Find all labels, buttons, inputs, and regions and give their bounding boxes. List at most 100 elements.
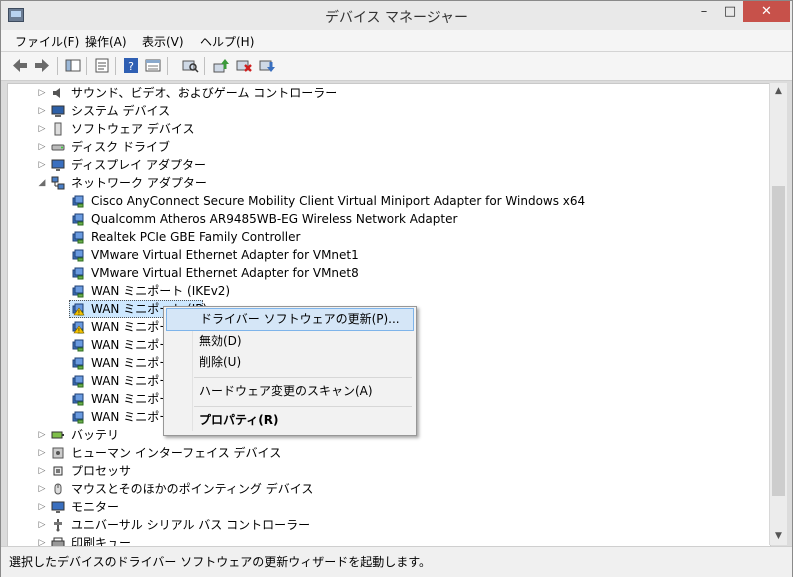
usb-icon [51, 518, 65, 532]
tree-item-label: システム デバイス [71, 104, 171, 118]
expand-arrow-icon[interactable]: ▷ [37, 426, 47, 444]
disable-menu-item[interactable]: 無効(D) [166, 331, 412, 352]
tree-item-network-adapter[interactable]: VMware Virtual Ethernet Adapter for VMne… [8, 246, 768, 264]
update-driver-label: ドライバー ソフトウェアの更新(P)... [200, 312, 400, 326]
battery-icon [51, 428, 65, 442]
toolbar: ? [1, 52, 792, 81]
uninstall-menu-item[interactable]: 削除(U) [166, 352, 412, 373]
tree-item-network-adapter[interactable]: Realtek PCIe GBE Family Controller [8, 228, 768, 246]
scan-hardware-menu-item[interactable]: ハードウェア変更のスキャン(A) [166, 381, 412, 402]
network-adapter-icon [71, 338, 85, 352]
tree-category[interactable]: ▷ ディスク ドライブ [8, 138, 768, 156]
context-menu-separator [194, 377, 412, 378]
expand-arrow-icon[interactable]: ▷ [37, 480, 47, 498]
menu-file[interactable]: ファイル(F) [15, 33, 79, 50]
network-adapter-icon [71, 392, 85, 406]
toolbar-separator [204, 57, 205, 75]
computer-icon [51, 104, 65, 118]
vertical-scrollbar[interactable]: ▲ ▼ [769, 83, 787, 545]
network-adapter-icon [71, 410, 85, 424]
tree-item-network-adapter[interactable]: Qualcomm Atheros AR9485WB-EG Wireless Ne… [8, 210, 768, 228]
scrollbar-thumb[interactable] [772, 186, 785, 496]
view-details-icon[interactable] [144, 57, 162, 74]
update-driver-icon[interactable] [212, 57, 230, 74]
tree-item-network-adapter[interactable]: VMware Virtual Ethernet Adapter for VMne… [8, 264, 768, 282]
update-driver-menu-item[interactable]: ドライバー ソフトウェアの更新(P)... [166, 308, 414, 331]
maximize-button[interactable]: □ [717, 1, 743, 22]
device-icon [51, 122, 65, 136]
tree-category[interactable]: ▷ ソフトウェア デバイス [8, 120, 768, 138]
expand-arrow-icon[interactable]: ▷ [37, 516, 47, 534]
expand-arrow-icon[interactable]: ▷ [37, 120, 47, 138]
close-button[interactable]: ✕ [743, 1, 790, 22]
network-adapter-icon [71, 212, 85, 226]
tree-category[interactable]: ▷ ディスプレイ アダプター [8, 156, 768, 174]
toolbar-separator [115, 57, 116, 75]
tree-item-label: Qualcomm Atheros AR9485WB-EG Wireless Ne… [91, 212, 458, 226]
tree-item-label: モニター [71, 500, 120, 514]
status-text: 選択したデバイスのドライバー ソフトウェアの更新ウィザードを起動します。 [9, 555, 432, 569]
properties-menu-item[interactable]: プロパティ(R) [166, 410, 412, 431]
title-bar: デバイス マネージャー – □ ✕ [1, 1, 792, 30]
disable-device-icon[interactable] [235, 57, 253, 74]
properties-sheet-icon[interactable] [93, 57, 111, 74]
device-manager-window: デバイス マネージャー – □ ✕ ファイル(F) 操作(A) 表示(V) ヘル… [0, 0, 793, 577]
toolbar-separator [57, 57, 58, 75]
show-hide-console-tree-icon[interactable] [64, 57, 82, 74]
scan-hardware-icon[interactable] [181, 57, 199, 74]
scroll-up-arrow-icon[interactable]: ▲ [770, 83, 787, 100]
tree-category[interactable]: ▷ マウスとそのほかのポインティング デバイス [8, 480, 768, 498]
uninstall-device-icon[interactable] [258, 57, 276, 74]
hid-icon [51, 446, 65, 460]
tree-item-label: プロセッサ [71, 464, 132, 478]
tree-category[interactable]: ▷ サウンド、ビデオ、およびゲーム コントローラー [8, 84, 768, 102]
expand-arrow-icon[interactable]: ◢ [37, 174, 47, 192]
tree-category[interactable]: ▷ ユニバーサル シリアル バス コントローラー [8, 516, 768, 534]
scan-hardware-label: ハードウェア変更のスキャン(A) [199, 384, 373, 398]
tree-item-label: サウンド、ビデオ、およびゲーム コントローラー [71, 86, 338, 100]
uninstall-label: 削除(U) [199, 355, 242, 369]
minimize-button[interactable]: – [691, 1, 717, 22]
network-adapter-warning-icon: ! [71, 302, 85, 316]
context-menu-separator [194, 406, 412, 407]
svg-text:!: ! [78, 328, 80, 335]
status-bar: 選択したデバイスのドライバー ソフトウェアの更新ウィザードを起動します。 [1, 546, 792, 577]
tree-item-label: バッテリ [71, 428, 120, 442]
forward-arrow-icon[interactable] [33, 57, 51, 74]
network-adapter-icon [71, 266, 85, 280]
speaker-icon [51, 86, 65, 100]
tree-item-network-adapter[interactable]: WAN ミニポート (IKEv2) [8, 282, 768, 300]
expand-arrow-icon[interactable]: ▷ [37, 102, 47, 120]
expand-arrow-icon[interactable]: ▷ [37, 138, 47, 156]
back-arrow-icon[interactable] [11, 57, 29, 74]
tree-item-label: ヒューマン インターフェイス デバイス [71, 446, 282, 460]
tree-category[interactable]: ◢ ネットワーク アダプター [8, 174, 768, 192]
tree-category[interactable]: ▷ システム デバイス [8, 102, 768, 120]
tree-item-label: ネットワーク アダプター [71, 176, 207, 190]
tree-category[interactable]: ▷ ヒューマン インターフェイス デバイス [8, 444, 768, 462]
expand-arrow-icon[interactable]: ▷ [37, 84, 47, 102]
tree-item-label: VMware Virtual Ethernet Adapter for VMne… [91, 248, 359, 262]
network-adapter-icon [71, 230, 85, 244]
tree-item-label: ユニバーサル シリアル バス コントローラー [71, 518, 311, 532]
network-adapter-icon [71, 248, 85, 262]
svg-text:?: ? [128, 60, 134, 73]
menu-help[interactable]: ヘルプ(H) [200, 33, 254, 50]
expand-arrow-icon[interactable]: ▷ [37, 498, 47, 516]
help-icon[interactable]: ? [122, 57, 140, 74]
tree-item-label: ディスク ドライブ [71, 140, 170, 154]
scroll-down-arrow-icon[interactable]: ▼ [770, 528, 787, 545]
expand-arrow-icon[interactable]: ▷ [37, 444, 47, 462]
context-menu: ドライバー ソフトウェアの更新(P)... 無効(D) 削除(U) ハードウェア… [163, 306, 417, 436]
tree-category[interactable]: ▷ モニター [8, 498, 768, 516]
disk-icon [51, 140, 65, 154]
tree-item-label: ソフトウェア デバイス [71, 122, 195, 136]
expand-arrow-icon[interactable]: ▷ [37, 462, 47, 480]
expand-arrow-icon[interactable]: ▷ [37, 156, 47, 174]
tree-item-label: マウスとそのほかのポインティング デバイス [71, 482, 314, 496]
tree-category[interactable]: ▷ プロセッサ [8, 462, 768, 480]
tree-item-network-adapter[interactable]: Cisco AnyConnect Secure Mobility Client … [8, 192, 768, 210]
tree-item-label: VMware Virtual Ethernet Adapter for VMne… [91, 266, 359, 280]
menu-view[interactable]: 表示(V) [142, 33, 184, 50]
menu-action[interactable]: 操作(A) [85, 33, 127, 50]
